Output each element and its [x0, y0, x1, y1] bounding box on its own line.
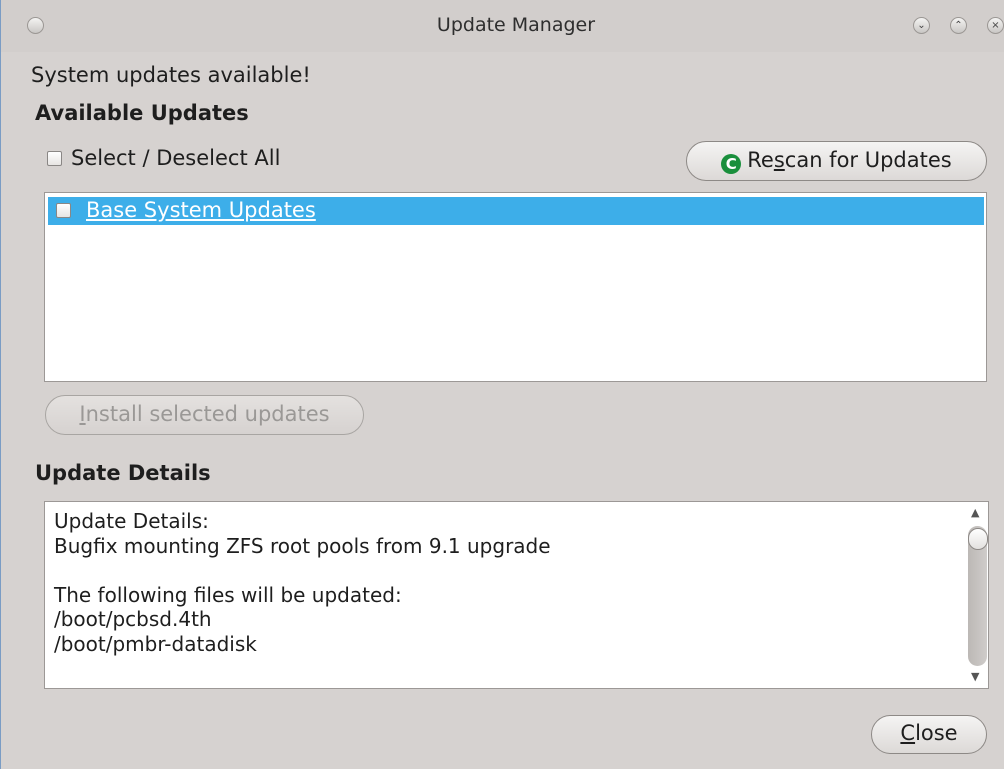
rescan-label-mnemonic: s [773, 148, 785, 172]
details-line: Update Details: [54, 509, 209, 533]
select-all-checkbox[interactable] [47, 151, 62, 166]
close-label-mnemonic: C [900, 721, 916, 745]
list-item[interactable]: Base System Updates [48, 197, 984, 225]
details-scrollbar[interactable]: ▲ ▼ [966, 504, 988, 686]
details-line: /boot/pcbsd.4th [54, 607, 212, 631]
close-button[interactable]: Close [871, 715, 987, 754]
details-line [54, 558, 551, 583]
install-selected-button[interactable]: Install selected updates [45, 395, 364, 435]
select-all-label: Select / Deselect All [71, 146, 281, 170]
update-manager-window: Update Manager ⌄ ⌃ × System updates avai… [0, 0, 1004, 769]
scroll-down-icon[interactable]: ▼ [971, 670, 979, 683]
details-text: Update Details: Bugfix mounting ZFS root … [54, 509, 551, 656]
available-updates-list[interactable]: Base System Updates [44, 192, 987, 382]
update-details-heading: Update Details [35, 461, 211, 485]
rescan-label-pre: Re [747, 148, 774, 172]
rescan-button[interactable]: C Rescan for Updates [686, 141, 987, 181]
install-label-post: nstall selected updates [85, 402, 330, 426]
list-item-label: Base System Updates [86, 198, 316, 222]
available-updates-heading: Available Updates [35, 101, 249, 125]
list-item-checkbox[interactable] [56, 203, 71, 218]
details-line: The following files will be updated: [54, 582, 402, 607]
status-text: System updates available! [31, 63, 311, 87]
close-label-post: lose [915, 721, 958, 745]
window-title: Update Manager [436, 14, 596, 36]
details-line: /boot/pmbr-datadisk [54, 631, 257, 656]
rescan-label-post: can for Updates [784, 148, 952, 172]
details-line: Bugfix mounting ZFS root pools from 9.1 … [54, 533, 551, 558]
scroll-thumb[interactable] [968, 528, 988, 550]
minimize-icon[interactable]: ⌄ [913, 17, 930, 34]
refresh-icon: C [721, 154, 742, 174]
maximize-icon[interactable]: ⌃ [950, 17, 967, 34]
close-icon[interactable]: × [987, 17, 1004, 34]
title-bar[interactable]: Update Manager ⌄ ⌃ × [1, 0, 1004, 52]
scroll-up-icon[interactable]: ▲ [971, 506, 979, 519]
update-details-textbox[interactable]: Update Details: Bugfix mounting ZFS root … [44, 501, 989, 689]
